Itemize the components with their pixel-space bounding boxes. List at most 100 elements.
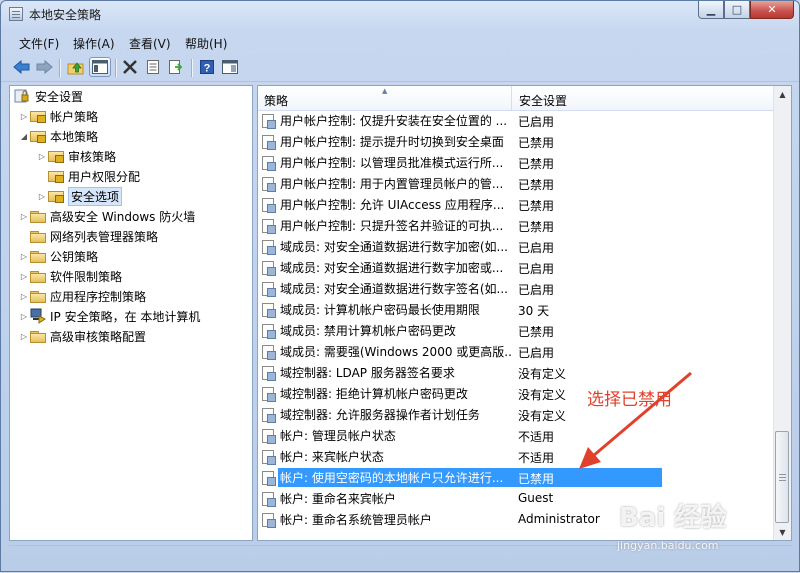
expand-icon[interactable]: ▷ bbox=[18, 292, 30, 301]
tree-item-advanced-audit[interactable]: ▷ 高级审核策略配置 bbox=[18, 326, 146, 346]
tree-item-network-list[interactable]: 网络列表管理器策略 bbox=[18, 226, 158, 246]
tree-item-account-policies[interactable]: ▷ 帐户策略 bbox=[18, 106, 98, 126]
tree-item-firewall[interactable]: ▷ 高级安全 Windows 防火墙 bbox=[18, 206, 195, 226]
table-row[interactable]: 域控制器: 拒绝计算机帐户密码更改 没有定义 bbox=[258, 383, 775, 404]
show-pane-button[interactable] bbox=[219, 57, 241, 77]
policy-icon bbox=[262, 197, 276, 213]
expand-icon[interactable]: ▷ bbox=[18, 272, 30, 281]
tree-item-label: 用户权限分配 bbox=[68, 169, 141, 184]
menu-action[interactable]: 操作(A) bbox=[73, 35, 115, 52]
app-icon bbox=[9, 7, 23, 21]
title-bar[interactable]: 本地安全策略 ▁ □ ✕ bbox=[1, 1, 799, 28]
collapse-icon[interactable]: ◢ bbox=[18, 132, 30, 141]
tree-item-label: 帐户策略 bbox=[50, 109, 99, 124]
expand-icon[interactable]: ▷ bbox=[18, 252, 30, 261]
column-header-setting[interactable]: 安全设置 bbox=[513, 86, 775, 110]
watermark-url: jingyan.baidu.com bbox=[617, 539, 719, 552]
menu-help[interactable]: 帮助(H) bbox=[185, 35, 227, 52]
policy-setting: 已禁用 bbox=[518, 325, 555, 339]
policy-name: 用户帐户控制: 只提升签名并验证的可执... bbox=[280, 219, 504, 233]
table-row[interactable]: 域成员: 需要强(Windows 2000 或更高版... 已启用 bbox=[258, 341, 775, 362]
minimize-button[interactable]: ▁ bbox=[698, 1, 724, 19]
expand-icon[interactable]: ▷ bbox=[36, 152, 48, 161]
help-icon: ? bbox=[200, 60, 214, 75]
scroll-up-button[interactable]: ▲ bbox=[775, 86, 790, 102]
forward-button[interactable] bbox=[33, 57, 55, 77]
policy-icon bbox=[262, 344, 276, 360]
tree-item-software-restriction[interactable]: ▷ 软件限制策略 bbox=[18, 266, 122, 286]
policy-setting: 已禁用 bbox=[518, 199, 555, 213]
delete-button[interactable] bbox=[119, 57, 141, 77]
scrollbar-thumb[interactable] bbox=[775, 431, 789, 523]
tree-item-app-control[interactable]: ▷ 应用程序控制策略 bbox=[18, 286, 146, 306]
policy-setting: Guest bbox=[518, 491, 554, 505]
table-row[interactable]: 帐户: 管理员帐户状态 不适用 bbox=[258, 425, 775, 446]
tree-root[interactable]: 安全设置 bbox=[14, 86, 83, 106]
folder-lock-icon bbox=[48, 189, 64, 203]
policy-icon bbox=[262, 323, 276, 339]
table-row[interactable]: 用户帐户控制: 用于内置管理员帐户的管... 已禁用 bbox=[258, 173, 775, 194]
show-hide-tree-button[interactable] bbox=[89, 57, 111, 77]
policy-name: 帐户: 重命名系统管理员帐户 bbox=[280, 513, 432, 527]
table-row[interactable]: 用户帐户控制: 提示提升时切换到安全桌面 已禁用 bbox=[258, 131, 775, 152]
export-list-button[interactable] bbox=[165, 57, 187, 77]
back-button[interactable] bbox=[11, 57, 33, 77]
policy-setting: 已禁用 bbox=[518, 472, 555, 486]
column-header-policy[interactable]: ▲ 策略 bbox=[258, 86, 512, 110]
forward-icon bbox=[36, 60, 53, 74]
table-row[interactable]: 域成员: 计算机帐户密码最长使用期限 30 天 bbox=[258, 299, 775, 320]
delete-icon bbox=[123, 60, 137, 74]
tree-item-user-rights[interactable]: 用户权限分配 bbox=[36, 166, 140, 186]
policy-setting: 已启用 bbox=[518, 115, 555, 129]
tree-root-label: 安全设置 bbox=[35, 89, 84, 104]
policy-name: 域成员: 对安全通道数据进行数字签名(如... bbox=[280, 282, 508, 296]
expand-icon[interactable]: ▷ bbox=[18, 212, 30, 221]
table-row-selected[interactable]: 帐户: 使用空密码的本地帐户只允许进行... 已禁用 bbox=[258, 467, 775, 488]
menu-view[interactable]: 查看(V) bbox=[129, 35, 171, 52]
properties-button[interactable] bbox=[142, 57, 164, 77]
policy-icon bbox=[262, 407, 276, 423]
table-row[interactable]: 帐户: 来宾帐户状态 不适用 bbox=[258, 446, 775, 467]
table-row[interactable]: 域控制器: LDAP 服务器签名要求 没有定义 bbox=[258, 362, 775, 383]
up-folder-button[interactable] bbox=[65, 57, 87, 77]
expand-icon[interactable]: ▷ bbox=[18, 332, 30, 341]
table-row[interactable]: 域成员: 对安全通道数据进行数字签名(如... 已启用 bbox=[258, 278, 775, 299]
policy-setting: 已禁用 bbox=[518, 136, 555, 150]
vertical-scrollbar[interactable]: ▲ ▼ bbox=[773, 86, 791, 540]
close-button[interactable]: ✕ bbox=[750, 1, 794, 19]
scroll-down-button[interactable]: ▼ bbox=[775, 524, 790, 540]
tree-item-local-policies[interactable]: ◢ 本地策略 bbox=[18, 126, 98, 146]
scroll-down-icon: ▼ bbox=[779, 527, 786, 537]
policy-name: 域成员: 对安全通道数据进行数字加密或... bbox=[280, 261, 504, 275]
minimize-icon: ▁ bbox=[706, 3, 716, 16]
tree-item-public-key[interactable]: ▷ 公钥策略 bbox=[18, 246, 98, 266]
table-row[interactable]: 用户帐户控制: 以管理员批准模式运行所... 已禁用 bbox=[258, 152, 775, 173]
policy-icon bbox=[262, 260, 276, 276]
policy-setting: 没有定义 bbox=[518, 367, 567, 381]
policy-icon bbox=[262, 113, 276, 129]
show-hide-tree-icon bbox=[92, 60, 108, 74]
table-row[interactable]: 域成员: 对安全通道数据进行数字加密(如... 已启用 bbox=[258, 236, 775, 257]
policy-icon bbox=[262, 512, 276, 528]
menu-file[interactable]: 文件(F) bbox=[19, 35, 59, 52]
table-row[interactable]: 域成员: 对安全通道数据进行数字加密或... 已启用 bbox=[258, 257, 775, 278]
tree-item-ip-security[interactable]: ▷ IP 安全策略，在 本地计算机 bbox=[18, 306, 200, 326]
table-row[interactable]: 用户帐户控制: 只提升签名并验证的可执... 已禁用 bbox=[258, 215, 775, 236]
table-row[interactable]: 用户帐户控制: 仅提升安装在安全位置的 ... 已启用 bbox=[258, 110, 775, 131]
folder-icon bbox=[30, 210, 46, 223]
tree-item-audit-policy[interactable]: ▷ 审核策略 bbox=[36, 146, 116, 166]
expand-icon[interactable]: ▷ bbox=[18, 112, 30, 121]
expand-icon[interactable]: ▷ bbox=[18, 312, 30, 321]
tree-item-label: 本地策略 bbox=[50, 129, 99, 144]
maximize-button[interactable]: □ bbox=[724, 1, 750, 19]
maximize-icon: □ bbox=[731, 3, 743, 16]
table-row[interactable]: 域成员: 禁用计算机帐户密码更改 已禁用 bbox=[258, 320, 775, 341]
tree-item-security-options[interactable]: ▷ 安全选项 bbox=[36, 186, 123, 206]
help-button[interactable]: ? bbox=[196, 57, 218, 77]
toolbar-separator bbox=[191, 59, 193, 77]
table-row[interactable]: 域控制器: 允许服务器操作者计划任务 没有定义 bbox=[258, 404, 775, 425]
policy-setting: 没有定义 bbox=[518, 388, 567, 402]
expand-icon[interactable]: ▷ bbox=[36, 192, 48, 201]
svg-text:?: ? bbox=[204, 63, 211, 75]
table-row[interactable]: 用户帐户控制: 允许 UIAccess 应用程序... 已禁用 bbox=[258, 194, 775, 215]
